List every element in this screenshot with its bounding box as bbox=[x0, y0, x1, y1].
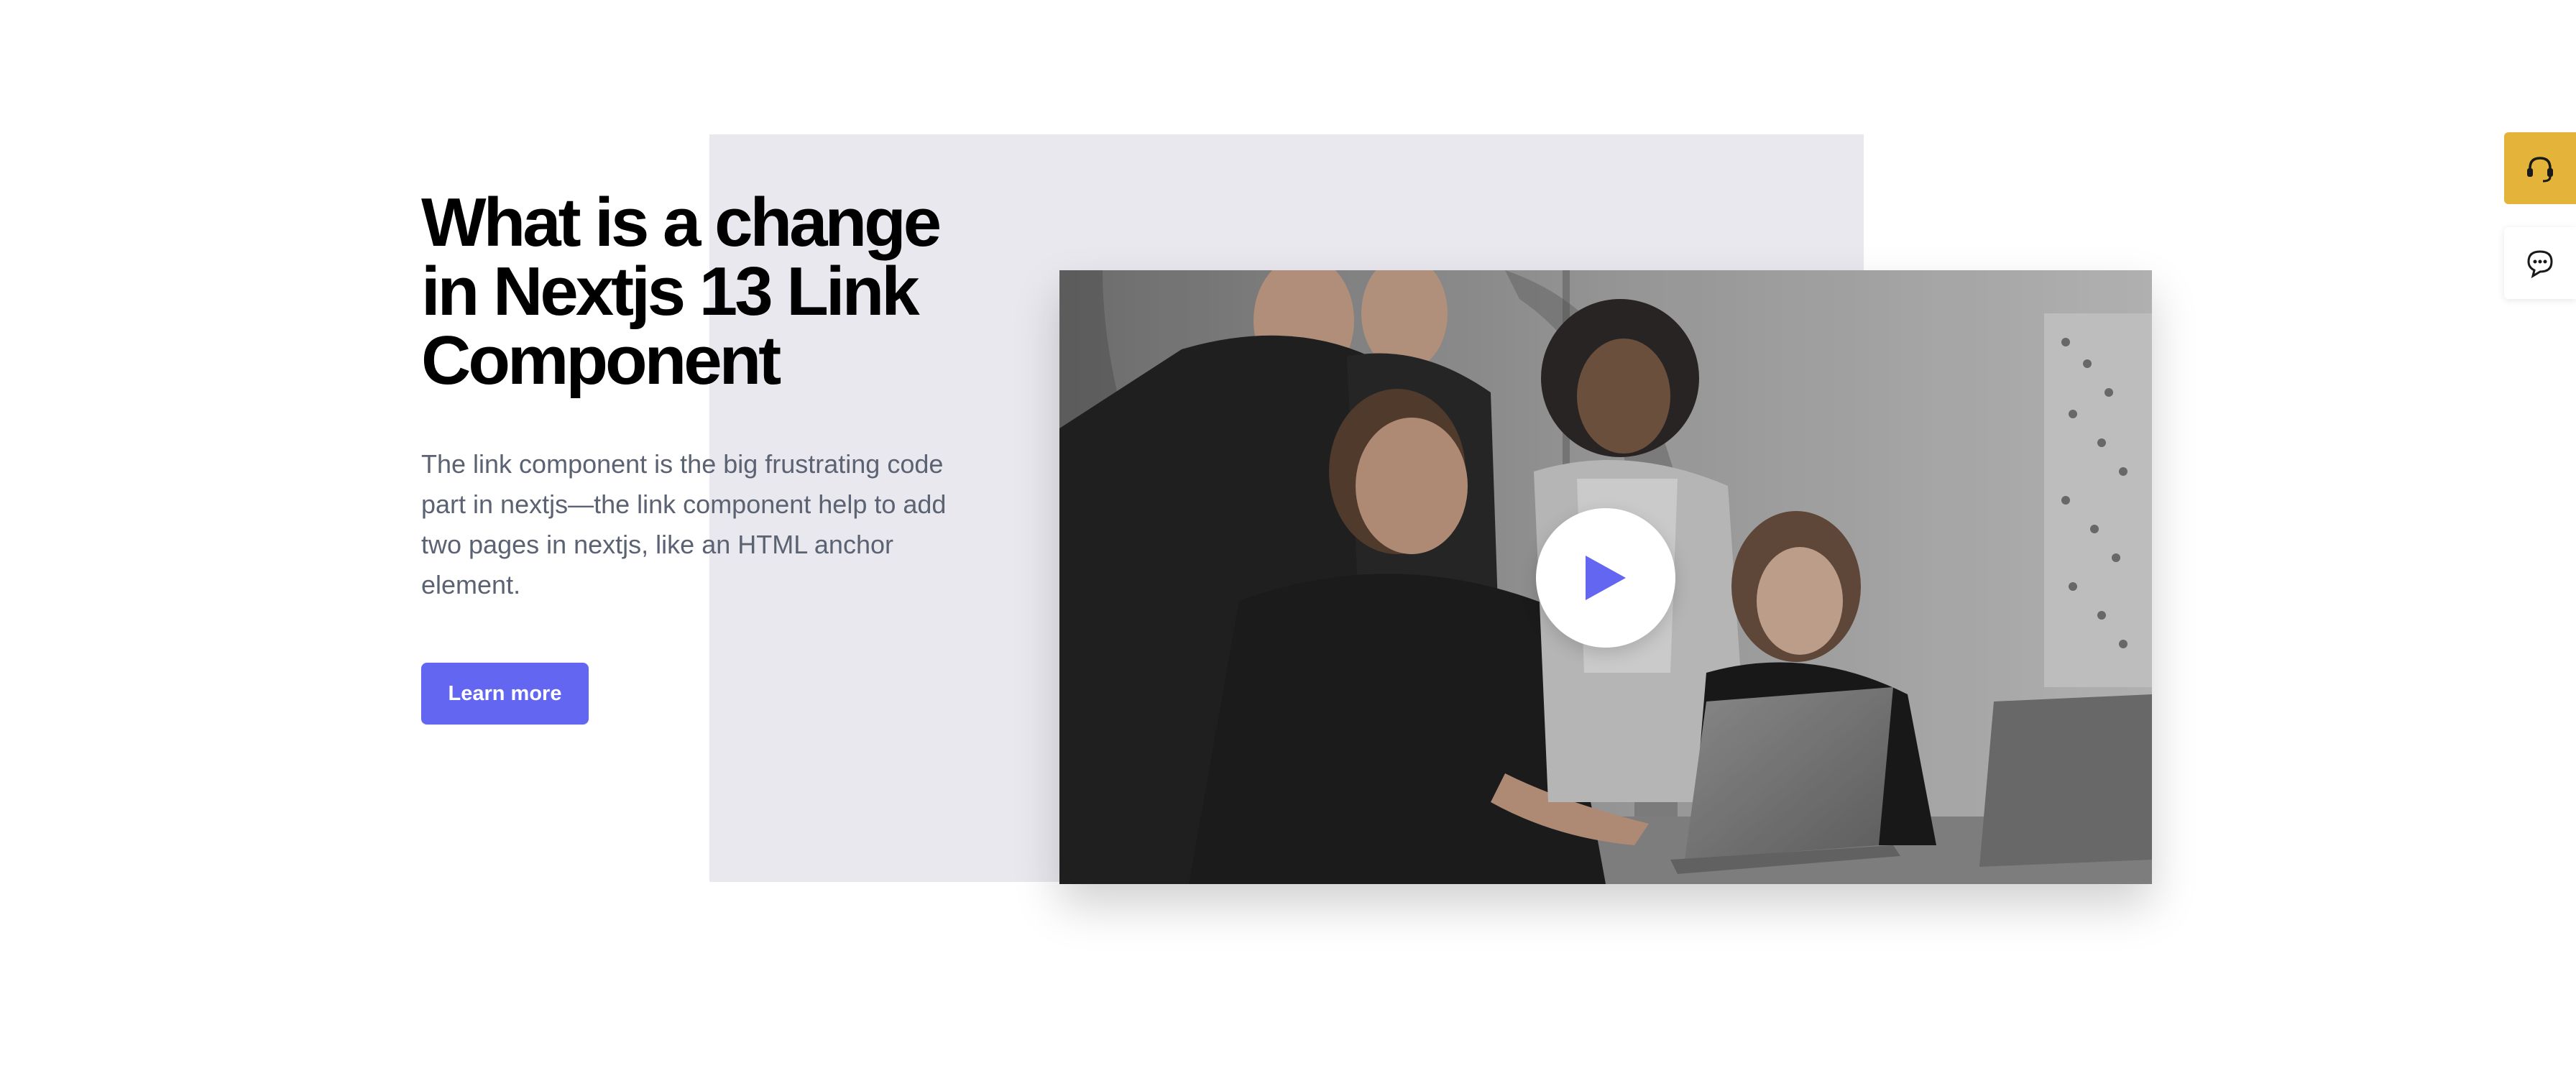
play-button[interactable] bbox=[1536, 508, 1675, 648]
support-widget-button[interactable] bbox=[2504, 132, 2576, 204]
play-icon bbox=[1586, 556, 1626, 600]
hero-text: What is a change in Nextjs 13 Link Compo… bbox=[421, 188, 982, 605]
hero-description: The link component is the big frustratin… bbox=[421, 449, 947, 599]
learn-more-button[interactable]: Learn more bbox=[421, 663, 589, 724]
title-line-1: What is a change bbox=[421, 184, 942, 261]
title-line-2: in Nextjs 13 Link bbox=[421, 253, 920, 330]
title-line-3: Component bbox=[421, 322, 781, 399]
headset-icon bbox=[2527, 157, 2553, 183]
chat-bubble-icon bbox=[2527, 250, 2553, 279]
chat-widget-button[interactable] bbox=[2504, 227, 2576, 299]
page-title: What is a change in Nextjs 13 Link Compo… bbox=[421, 188, 982, 395]
page: What is a change in Nextjs 13 Link Compo… bbox=[0, 0, 2576, 1081]
